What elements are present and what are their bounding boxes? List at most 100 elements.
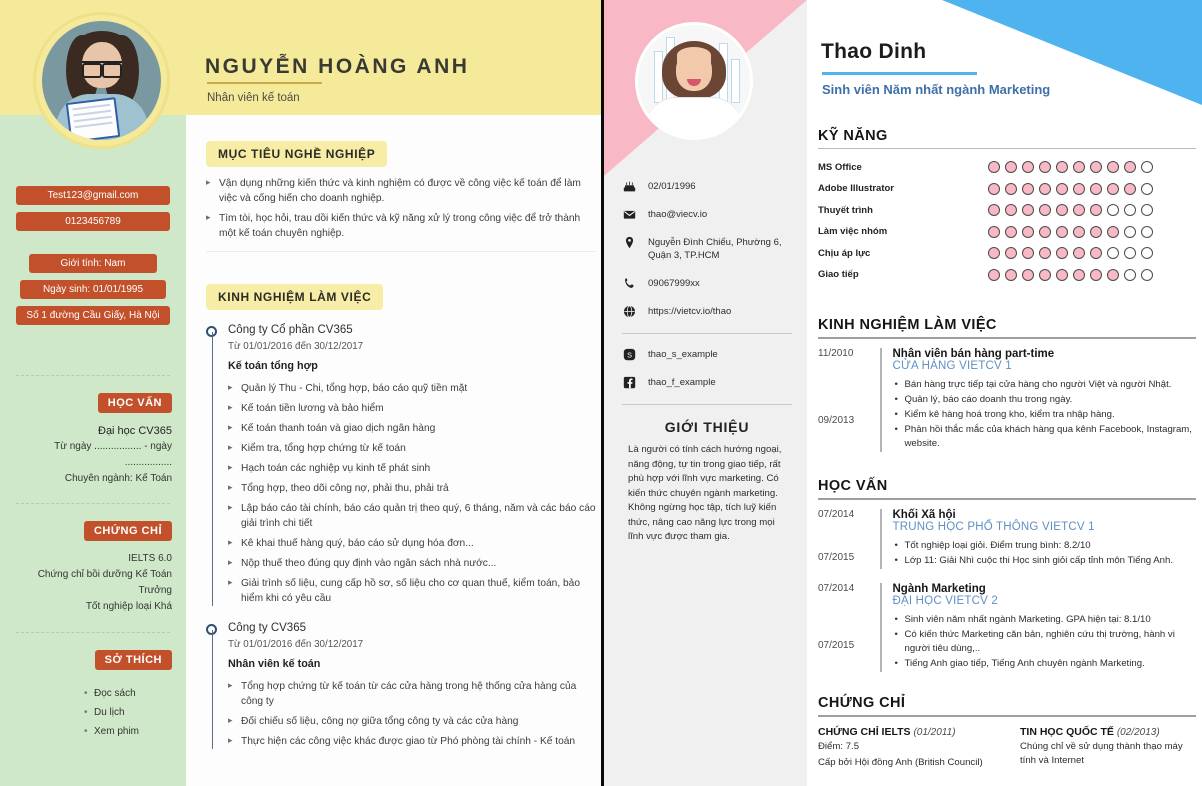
list-item: Kiểm kê hàng hoá trong kho, kiểm tra nhậ…	[893, 408, 1197, 422]
cv2-skill-name: Làm việc nhóm	[818, 226, 888, 237]
rating-dot-icon	[1022, 182, 1034, 195]
cv2-skill-name: MS Office	[818, 161, 862, 173]
rating-dot-icon	[1073, 161, 1085, 173]
cv2-skill-rating	[988, 247, 1153, 259]
rating-dot-icon	[988, 182, 1000, 195]
cv2-social-value: thao_f_example	[648, 377, 716, 388]
cv1-section-divider	[206, 251, 596, 252]
rating-dot-icon	[1039, 247, 1051, 259]
cv1-contact-email: Test123@gmail.com	[16, 186, 170, 205]
rating-dot-icon	[1056, 182, 1068, 195]
cv2-skills-section: KỸ NĂNG MS Office Adobe Illustrator Thuyết…	[818, 128, 1196, 290]
list-item: Bán hàng trực tiếp tại cửa hàng cho ngườ…	[893, 378, 1197, 392]
cv2-contact-address: Nguyễn Đình Chiểu, Phường 6, Quận 3, TP.…	[622, 236, 792, 262]
cv2-entry-dates: 07/2014 07/2015	[818, 509, 880, 569]
cv1-job-dates: Từ 01/01/2016 đến 30/12/2017	[228, 639, 364, 650]
cv2-skill-rating	[988, 268, 1153, 281]
cv1-job-duties: Quản lý Thu - Chi, tổng hợp, báo cáo quỹ…	[228, 380, 596, 606]
rating-dot-icon	[1141, 247, 1153, 259]
cv2-contact-phone[interactable]: 09067999xx	[622, 277, 792, 290]
cv2-experience-heading: KINH NGHIỆM LÀM VIỆC	[818, 317, 1196, 339]
cv1-job-role: Nhân viên kế toán	[228, 658, 321, 670]
cv2-contact-website[interactable]: https://vietcv.io/thao	[622, 305, 792, 318]
cv2-entry-rule	[880, 509, 882, 569]
two-cv-templates-comparison: NGUYỄN HOÀNG ANH Nhân viên kế toán Test1…	[0, 0, 1202, 786]
list-item: Tiếng Anh giao tiếp, Tiếng Anh chuyên ng…	[893, 657, 1197, 671]
cv2-contact-list: 02/01/1996 thao@viecv.io Nguyễn Đình Chi…	[622, 180, 792, 545]
cv2-entry-dates: 11/2010 09/2013	[818, 348, 880, 452]
globe-icon	[622, 305, 637, 318]
cv1-hobbies-heading: SỞ THÍCH	[94, 650, 172, 670]
phone-icon	[622, 277, 637, 290]
rating-dot-icon	[1107, 268, 1119, 281]
cv1-avatar	[33, 12, 170, 149]
cv2-contact-email[interactable]: thao@viecv.io	[622, 208, 792, 221]
rating-dot-icon	[1124, 247, 1136, 259]
rating-dot-icon	[1141, 161, 1153, 173]
list-item: Đối chiếu số liệu, công nợ giữa tổng côn…	[228, 713, 596, 729]
rating-dot-icon	[988, 247, 1000, 259]
cv1-hobbies-block: SỞ THÍCH Đọc sách Du lịch Xem phim	[14, 650, 172, 741]
rating-dot-icon	[1141, 268, 1153, 281]
cv2-skill-name: Chịu áp lực	[818, 247, 871, 259]
svg-text:S: S	[627, 350, 632, 359]
cv2-certificate-card: TIN HỌC QUỐC TẾ (02/2013) Chúng chỉ về s…	[1020, 726, 1196, 769]
cv2-contact-value: thao@viecv.io	[648, 209, 708, 220]
rating-dot-icon	[1124, 182, 1136, 195]
rating-dot-icon	[1039, 182, 1051, 195]
list-item: Tìm tòi, học hỏi, trau dồi kiến thức và …	[206, 210, 596, 241]
cv1-education-block: HỌC VẤN Đại học CV365 Từ ngày ..........…	[14, 393, 172, 487]
cv1-education-major: Chuyên ngành: Kế Toán	[64, 473, 172, 484]
cv2-skill-rating	[988, 204, 1153, 216]
cv1-divider-1	[16, 375, 170, 376]
cv1-experience-heading: KINH NGHIỆM LÀM VIỆC	[206, 284, 384, 310]
rating-dot-icon	[1005, 268, 1017, 281]
cv2-full-name: Thao Dinh	[821, 40, 927, 63]
rating-dot-icon	[1090, 225, 1102, 238]
list-item: Vận dụng những kiến thức và kinh nghiệm …	[206, 175, 596, 206]
cv2-entry-dates: 07/2014 07/2015	[818, 583, 880, 672]
rating-dot-icon	[1039, 161, 1051, 173]
cv2-certificate-line: Cấp bởi Hội đồng Anh (British Council)	[818, 756, 983, 768]
cv1-experience-job: Công ty CV365 Từ 01/01/2016 đến 30/12/20…	[206, 622, 596, 749]
cv2-skill-name: Giao tiếp	[818, 269, 859, 280]
cv1-objective-section: MỤC TIÊU NGHỀ NGHIỆP Vận dụng những kiến…	[206, 141, 596, 262]
list-item: Du lịch	[84, 703, 172, 722]
cv1-contact-pill-list: Test123@gmail.com 0123456789 Giới tính: …	[14, 186, 172, 332]
cv2-entry-rule	[880, 583, 882, 672]
cv2-skill-row: MS Office	[818, 161, 1196, 173]
rating-dot-icon	[1005, 247, 1017, 259]
rating-dot-icon	[1005, 204, 1017, 216]
rating-dot-icon	[1056, 225, 1068, 238]
list-item: Kê khai thuế hàng quý, báo cáo sử dụng h…	[228, 535, 596, 551]
cv1-full-name: NGUYỄN HOÀNG ANH	[205, 55, 470, 78]
rating-dot-icon	[1073, 268, 1085, 281]
cv2-entry-date-start: 11/2010	[818, 348, 854, 359]
cv1-job-title: Nhân viên kế toán	[207, 92, 300, 104]
cv2-intro-heading: GIỚI THIỆU	[664, 419, 750, 435]
rating-dot-icon	[1141, 225, 1153, 238]
cv1-objective-list: Vận dụng những kiến thức và kinh nghiệm …	[206, 175, 596, 241]
cv2-contact-value: 09067999xx	[648, 278, 700, 289]
rating-dot-icon	[1039, 204, 1051, 216]
cv2-social-facebook[interactable]: thao_f_example	[622, 376, 792, 389]
cv2-certificate-line: Điểm: 7.5	[818, 741, 860, 752]
cv2-social-skype[interactable]: S thao_s_example	[622, 348, 792, 361]
cv2-entry-date-end: 09/2013	[818, 415, 855, 426]
facebook-icon	[622, 376, 637, 389]
rating-dot-icon	[1005, 161, 1017, 173]
list-item: Quản lý, báo cáo doanh thu trong ngày.	[893, 393, 1197, 407]
cv2-certificates-section: CHỨNG CHỈ CHỨNG CHỈ IELTS (01/2011) Điểm…	[818, 695, 1196, 769]
cv1-hobbies-list: Đọc sách Du lịch Xem phim	[14, 684, 172, 741]
cv2-skill-row: Giao tiếp	[818, 268, 1196, 281]
cv2-education-entry: 07/2014 07/2015 Ngành Marketing ĐẠI HỌC …	[818, 583, 1196, 672]
rating-dot-icon	[1107, 225, 1119, 238]
cv1-education-heading: HỌC VẤN	[97, 393, 172, 413]
rating-dot-icon	[1022, 247, 1034, 259]
cv1-contact-address: Số 1 đường Cầu Giấy, Hà Nội	[16, 306, 170, 325]
cv1-contact-birthdate: Ngày sinh: 01/01/1995	[20, 280, 166, 299]
cv2-entry-role: Nhân viên bán hàng part-time	[892, 348, 1055, 360]
cv2-intro-body: Là người có tính cách hướng ngoại, năng …	[628, 444, 782, 542]
cv1-experience-section: KINH NGHIỆM LÀM VIỆC Công ty Cổ phần CV3…	[206, 284, 596, 754]
list-item: Hạch toán các nghiệp vụ kinh tế phát sin…	[228, 460, 596, 476]
